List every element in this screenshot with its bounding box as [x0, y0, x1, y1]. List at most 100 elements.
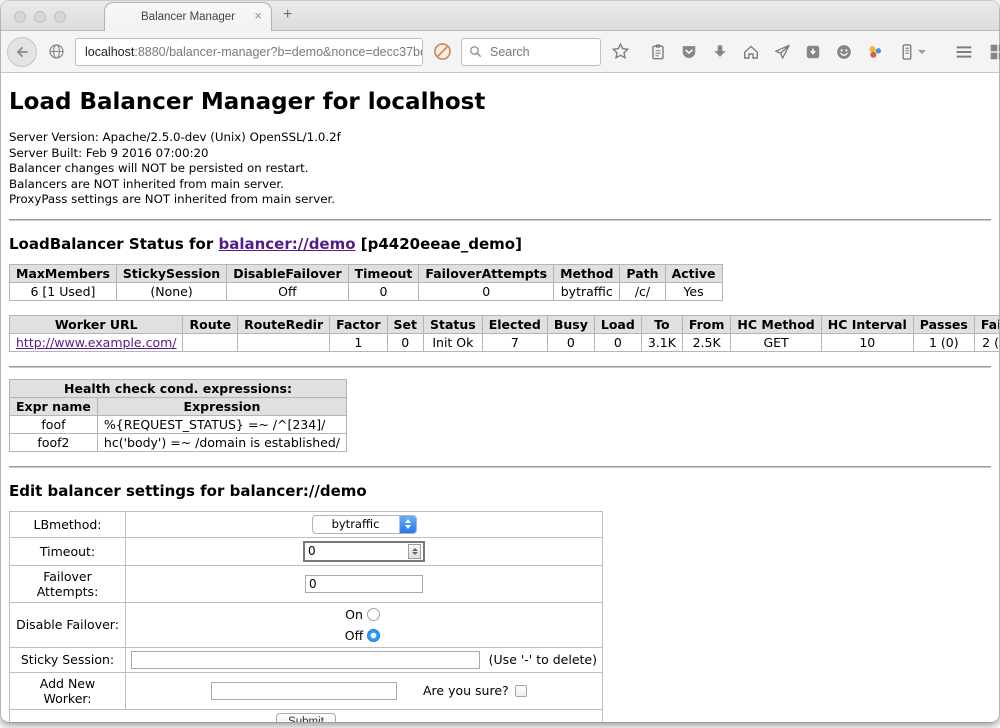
healthcheck-title: Health check cond. expressions:	[10, 379, 347, 397]
timeout-label: Timeout:	[10, 537, 126, 565]
downloads-button[interactable]	[708, 39, 732, 65]
col-maxmembers: MaxMembers	[10, 264, 117, 282]
colored-dots-extension-button[interactable]	[863, 39, 887, 65]
divider	[9, 366, 991, 368]
table-row: foof %{REQUEST_STATUS} =~ /^[234]/	[10, 415, 347, 433]
bookmark-button[interactable]	[608, 39, 632, 65]
table-header-row: MaxMembers StickySession DisableFailover…	[10, 264, 723, 282]
url-path: :8880/balancer-manager?b=demo&nonce=decc…	[134, 45, 423, 59]
chevron-down-icon	[918, 50, 926, 54]
worker-status-table: Worker URL Route RouteRedir Factor Set S…	[9, 315, 999, 352]
tab-title: Balancer Manager	[141, 11, 235, 23]
page-title: Load Balancer Manager for localhost	[9, 89, 991, 115]
window-controls	[14, 11, 66, 23]
url-bar[interactable]: localhost:8880/balancer-manager?b=demo&n…	[75, 38, 423, 66]
edit-settings-heading: Edit balancer settings for balancer://de…	[9, 482, 991, 500]
select-stepper-icon	[399, 515, 416, 534]
lbmethod-label: LBmethod:	[10, 511, 126, 537]
failover-attempts-label: Failover Attempts:	[10, 565, 126, 602]
add-worker-label: Add New Worker:	[10, 672, 126, 709]
col-active: Active	[665, 264, 722, 282]
server-built: Server Built: Feb 9 2016 07:00:20	[9, 146, 991, 162]
search-bar[interactable]	[461, 38, 601, 66]
site-identity-button[interactable]	[44, 39, 68, 65]
radio-off[interactable]	[367, 629, 380, 642]
balancer-settings-form: LBmethod: bytraffic Timeout:	[9, 511, 603, 722]
tab-close-icon[interactable]: ×	[254, 9, 262, 22]
failover-attempts-input[interactable]	[305, 575, 423, 593]
disable-failover-label: Disable Failover:	[10, 602, 126, 647]
col-expression: Expression	[97, 397, 346, 415]
table-row: foof2 hc('body') =~ /domain is establish…	[10, 433, 347, 451]
sticky-session-input[interactable]	[131, 651, 480, 669]
sticky-session-hint: (Use '-' to delete)	[489, 652, 597, 667]
panel-list-icon	[897, 42, 917, 62]
new-tab-button[interactable]: +	[283, 6, 292, 24]
timeout-input[interactable]	[305, 544, 408, 558]
zoom-window-button[interactable]	[54, 11, 66, 23]
col-disablefailover: DisableFailover	[227, 264, 348, 282]
home-button[interactable]	[739, 39, 763, 65]
smiley-icon	[834, 42, 854, 62]
page-content: Load Balancer Manager for localhost Serv…	[1, 74, 999, 722]
form-row-failover-attempts: Failover Attempts:	[10, 565, 603, 602]
divider	[9, 466, 991, 468]
are-you-sure-checkbox[interactable]	[515, 685, 527, 697]
col-expr-name: Expr name	[10, 397, 98, 415]
notice-proxypass: ProxyPass settings are NOT inherited fro…	[9, 192, 991, 208]
plugin-blocked-button[interactable]	[430, 39, 454, 65]
feedback-button[interactable]	[832, 39, 856, 65]
form-row-submit: Submit	[10, 709, 603, 722]
pocket-button[interactable]	[677, 39, 701, 65]
hamburger-icon	[953, 41, 975, 63]
back-button[interactable]	[7, 37, 37, 67]
clipboard-icon	[648, 42, 668, 62]
add-worker-input[interactable]	[211, 682, 397, 700]
search-icon	[468, 44, 483, 59]
send-tab-button[interactable]	[770, 39, 794, 65]
tab-groups-button[interactable]	[986, 39, 1000, 65]
radio-on-label: On	[345, 606, 363, 623]
notice-persist: Balancer changes will NOT be persisted o…	[9, 161, 991, 177]
back-arrow-icon	[13, 43, 31, 61]
col-stickysession: StickySession	[116, 264, 226, 282]
col-failoverattempts: FailoverAttempts	[419, 264, 554, 282]
worker-url-link[interactable]: http://www.example.com/	[16, 335, 176, 350]
form-row-disable-failover: Disable Failover: On Off	[10, 602, 603, 647]
divider	[9, 219, 991, 221]
submit-button[interactable]: Submit	[276, 713, 336, 722]
form-row-timeout: Timeout:	[10, 537, 603, 565]
form-row-lbmethod: LBmethod: bytraffic	[10, 511, 603, 537]
reader-panel-button[interactable]	[894, 39, 928, 65]
radio-on[interactable]	[367, 608, 380, 621]
bookmark-star-icon	[610, 41, 631, 62]
lbmethod-select[interactable]: bytraffic	[312, 515, 417, 534]
server-version: Server Version: Apache/2.5.0-dev (Unix) …	[9, 130, 991, 146]
search-input[interactable]	[488, 44, 583, 60]
bookmarks-menu-button[interactable]	[646, 39, 670, 65]
minimize-window-button[interactable]	[34, 11, 46, 23]
healthcheck-table: Health check cond. expressions: Expr nam…	[9, 379, 347, 452]
lbmethod-selected-value: bytraffic	[313, 517, 399, 531]
close-window-button[interactable]	[14, 11, 26, 23]
download-arrow-icon	[710, 42, 730, 62]
number-spinner-icon[interactable]	[408, 544, 421, 559]
balancer-demo-link[interactable]: balancer://demo	[218, 235, 355, 253]
table-title-row: Health check cond. expressions:	[10, 379, 347, 397]
timeout-field[interactable]	[303, 541, 425, 562]
col-path: Path	[620, 264, 665, 282]
menu-button[interactable]	[949, 39, 979, 65]
form-row-sticky-session: Sticky Session: (Use '-' to delete)	[10, 647, 603, 672]
square-download-icon	[803, 42, 823, 62]
tab-balancer-manager[interactable]: Balancer Manager ×	[104, 2, 272, 31]
form-row-add-worker: Add New Worker: Are you sure?	[10, 672, 603, 709]
table-row: http://www.example.com/ 1 0 Init Ok 7 0 …	[10, 333, 1000, 351]
home-icon	[741, 42, 761, 62]
tab-bar: Balancer Manager × +	[1, 1, 999, 31]
radio-off-label: Off	[345, 627, 363, 644]
plugin-blocked-icon	[432, 41, 453, 62]
balancer-status-table: MaxMembers StickySession DisableFailover…	[9, 264, 723, 301]
col-timeout: Timeout	[348, 264, 419, 282]
table-header-row: Expr name Expression	[10, 397, 347, 415]
extension-download-button[interactable]	[801, 39, 825, 65]
